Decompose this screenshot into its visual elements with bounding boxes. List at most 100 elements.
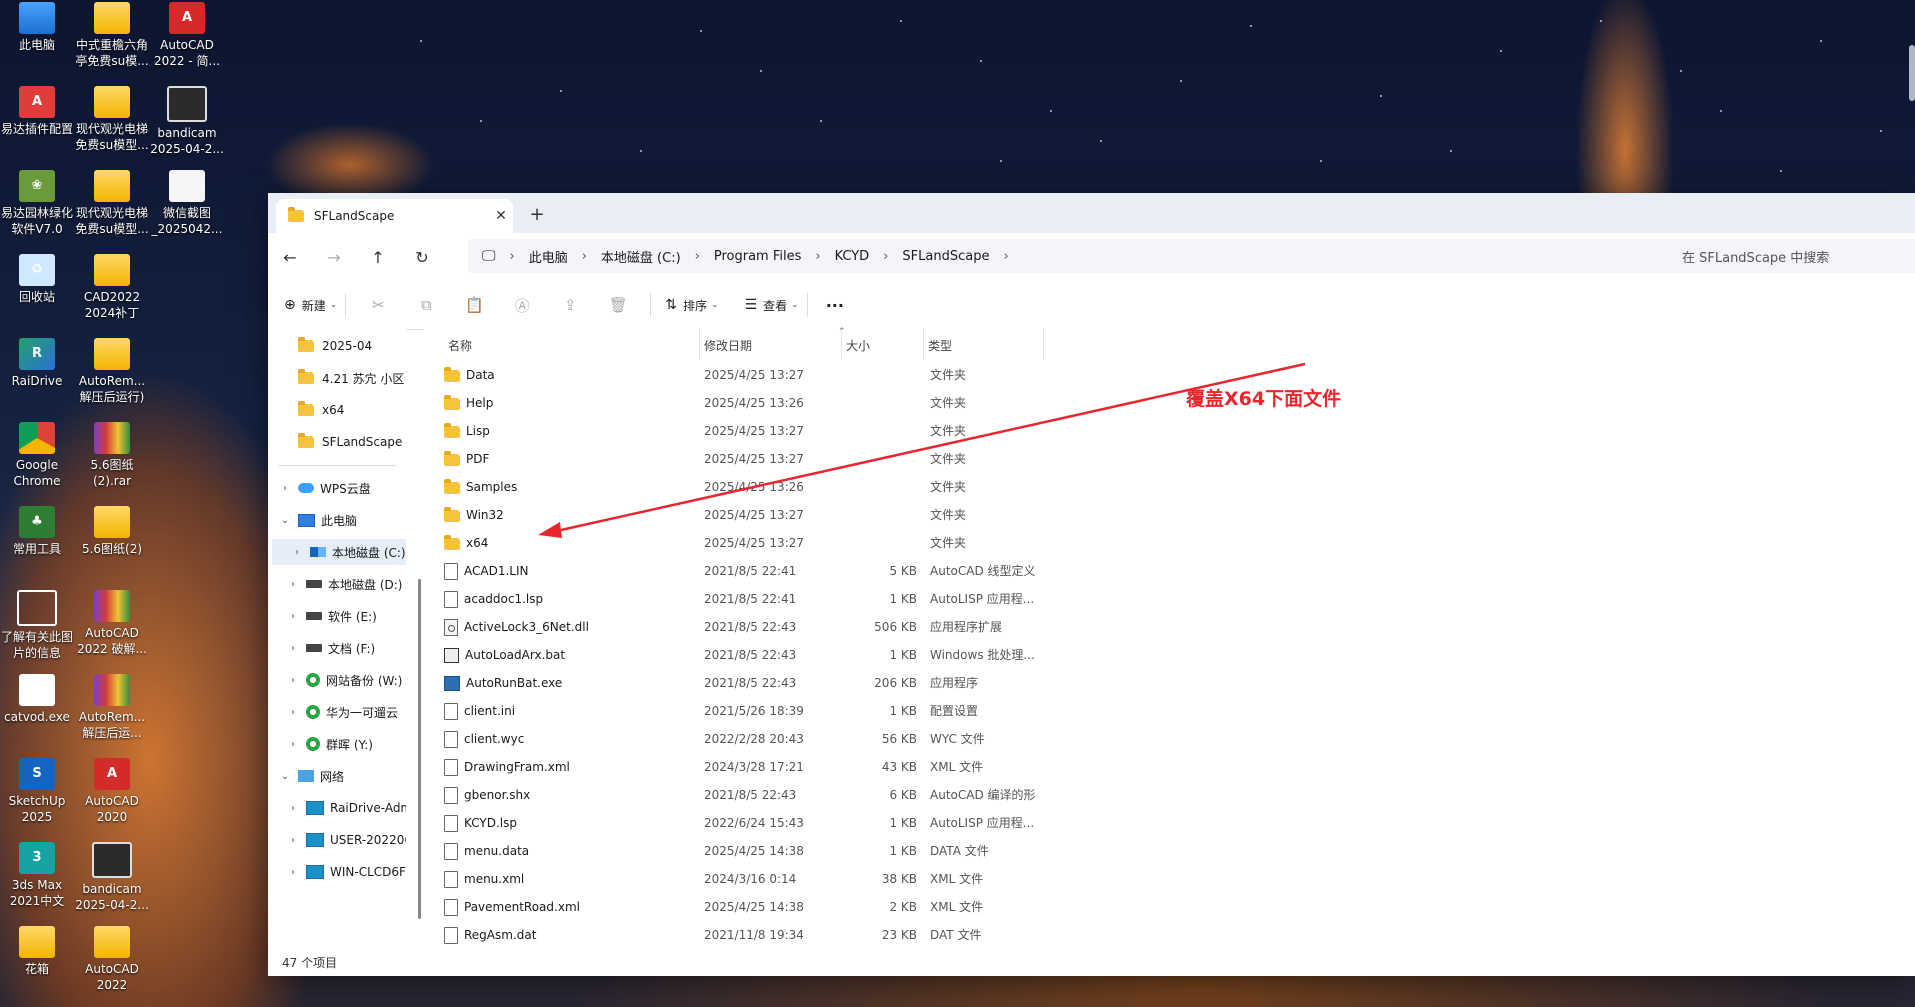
chevron-right-icon[interactable]: › — [510, 249, 515, 264]
file-row[interactable]: menu.xml 2024/3/16 0:14 38 KB XML 文件 — [424, 865, 1324, 893]
scrollbar-thumb[interactable] — [418, 579, 421, 919]
chevron-right-icon[interactable]: › — [286, 611, 300, 622]
breadcrumb-item[interactable]: Program Files — [714, 249, 802, 264]
chevron-right-icon[interactable]: › — [695, 249, 700, 264]
refresh-icon[interactable]: ↻ — [400, 248, 444, 267]
breadcrumb-item[interactable]: KCYD — [835, 249, 870, 264]
monitor-icon[interactable]: 🖵 — [482, 248, 496, 264]
file-row[interactable]: AutoRunBat.exe 2021/8/5 22:43 206 KB 应用程序 — [424, 669, 1324, 697]
nav-tree-item[interactable]: › 文档 (F:) — [268, 635, 375, 661]
nav-tree-item[interactable]: › USER-202206 — [268, 827, 406, 853]
view-button[interactable]: ☰ 查看 ⌄ — [745, 297, 799, 314]
chevron-right-icon[interactable]: › — [883, 249, 888, 264]
nav-tree-item[interactable]: › 本地磁盘 (C:) — [272, 539, 406, 565]
file-row[interactable]: ACAD1.LIN 2021/8/5 22:41 5 KB AutoCAD 线型定义 — [424, 557, 1324, 585]
desktop-icon[interactable]: R RaiDrive — [0, 338, 75, 389]
desktop-icon[interactable]: 微信截图_2025042... — [149, 170, 225, 237]
copy-icon[interactable]: ⧉ — [402, 296, 450, 314]
column-size[interactable]: 大小 — [842, 329, 924, 359]
desktop-icon[interactable]: AutoRem... 解压后运行) — [74, 338, 150, 405]
paste-icon[interactable]: 📋 — [450, 296, 498, 314]
quick-access-item[interactable]: x64 — [298, 397, 344, 423]
desktop-icon[interactable]: ❀ 易达园林绿化软件V7.0 — [0, 170, 75, 237]
tab-sflandscape[interactable]: SFLandScape ✕ — [276, 199, 513, 233]
file-row[interactable]: DrawingFram.xml 2024/3/28 17:21 43 KB XML 文… — [424, 753, 1324, 781]
desktop-icon[interactable]: A 易达插件配置 — [0, 86, 75, 137]
desktop-icon[interactable]: AutoCAD 2022 — [74, 926, 150, 993]
column-type[interactable]: 类型 — [924, 329, 1044, 359]
desktop-icon[interactable]: 中式重檐六角亭免费su模... — [74, 2, 150, 69]
file-row[interactable]: RegAsm.dat 2021/11/8 19:34 23 KB DAT 文件 — [424, 921, 1324, 949]
more-options-button[interactable]: ··· — [826, 296, 844, 315]
cut-icon[interactable]: ✂ — [354, 296, 402, 314]
chevron-right-icon[interactable]: › — [286, 643, 300, 654]
desktop-icon[interactable]: 5.6图纸(2) — [74, 506, 150, 557]
quick-access-item[interactable]: 4.21 苏宂 小区 — [298, 365, 404, 391]
nav-tree-item[interactable]: › WPS云盘 — [268, 475, 371, 501]
chevron-right-icon[interactable]: › — [286, 675, 300, 686]
back-arrow-icon[interactable]: ← — [268, 248, 312, 267]
chevron-right-icon[interactable]: › — [286, 803, 300, 814]
desktop-icon[interactable]: 了解有关此图片的信息 — [0, 590, 75, 661]
nav-tree-item[interactable]: ⌄ 此电脑 — [268, 507, 357, 533]
file-row[interactable]: menu.data 2025/4/25 14:38 1 KB DATA 文件 — [424, 837, 1324, 865]
desktop-icon[interactable]: bandicam 2025-04-2... — [74, 842, 150, 913]
desktop-icon[interactable]: bandicam 2025-04-2... — [149, 86, 225, 157]
column-name[interactable]: 名称 — [444, 329, 700, 359]
file-row[interactable]: gbenor.shx 2021/8/5 22:43 6 KB AutoCAD 编译的形 — [424, 781, 1324, 809]
forward-arrow-icon[interactable]: → — [312, 248, 356, 267]
desktop-icon[interactable]: 花箱 — [0, 926, 75, 977]
desktop-icon[interactable]: S SketchUp 2025 — [0, 758, 75, 825]
file-row[interactable]: Lisp 2025/4/25 13:27 文件夹 — [424, 417, 1324, 445]
chevron-right-icon[interactable]: › — [1003, 249, 1008, 264]
rename-icon[interactable]: Ⓐ — [498, 295, 546, 316]
file-row[interactable]: x64 2025/4/25 13:27 文件夹 — [424, 529, 1324, 557]
up-arrow-icon[interactable]: ↑ — [356, 248, 400, 267]
new-button[interactable]: ⊕ 新建 ⌄ — [284, 297, 337, 314]
breadcrumb-item[interactable]: 本地磁盘 (C:) — [601, 247, 681, 266]
chevron-right-icon[interactable]: › — [815, 249, 820, 264]
desktop-icon[interactable]: A AutoCAD 2022 - 简... — [149, 2, 225, 69]
file-row[interactable]: client.ini 2021/5/26 18:39 1 KB 配置设置 — [424, 697, 1324, 725]
chevron-right-icon[interactable]: › — [286, 835, 300, 846]
desktop-icon[interactable]: 3 3ds Max 2021中文 — [0, 842, 75, 909]
nav-tree-item[interactable]: › 华为一可遛云 — [268, 699, 398, 725]
search-input[interactable]: 在 SFLandScape 中搜索 — [1668, 239, 1915, 273]
chevron-right-icon[interactable]: › — [286, 579, 300, 590]
file-row[interactable]: Samples 2025/4/25 13:26 文件夹 — [424, 473, 1324, 501]
desktop-icon[interactable]: A AutoCAD 2020 — [74, 758, 150, 825]
navigation-pane-scrollbar[interactable] — [416, 329, 422, 951]
file-row[interactable]: Win32 2025/4/25 13:27 文件夹 — [424, 501, 1324, 529]
desktop-icon[interactable]: 此电脑 — [0, 2, 75, 53]
chevron-down-icon[interactable]: ⌄ — [278, 515, 292, 526]
share-icon[interactable]: ⇪ — [546, 296, 594, 314]
chevron-down-icon[interactable]: ⌄ — [278, 771, 292, 782]
nav-tree-item[interactable]: › 群晖 (Y:) — [268, 731, 373, 757]
file-row[interactable]: PDF 2025/4/25 13:27 文件夹 — [424, 445, 1324, 473]
nav-tree-item[interactable]: › RaiDrive-Adm — [268, 795, 406, 821]
file-row[interactable]: ActiveLock3_6Net.dll 2021/8/5 22:43 506 KB… — [424, 613, 1324, 641]
desktop-icon[interactable]: ♻ 回收站 — [0, 254, 75, 305]
chevron-right-icon[interactable]: › — [286, 867, 300, 878]
file-row[interactable]: acaddoc1.lsp 2021/8/5 22:41 1 KB AutoLISP 应… — [424, 585, 1324, 613]
desktop-edge-scrollbar[interactable] — [1909, 45, 1915, 101]
desktop-icon[interactable]: 现代观光电梯免费su模型... — [74, 170, 150, 237]
desktop-icon[interactable]: 现代观光电梯免费su模型... — [74, 86, 150, 153]
desktop-icon[interactable]: AutoRem... 解压后运... — [74, 674, 150, 741]
nav-tree-item[interactable]: › 软件 (E:) — [268, 603, 377, 629]
new-tab-button[interactable]: + — [525, 203, 549, 227]
sort-button[interactable]: ⇅ 排序 ⌄ — [665, 297, 718, 314]
desktop-icon[interactable]: ⬈ catvod.exe — [0, 674, 75, 725]
breadcrumb-item[interactable]: SFLandScape — [902, 249, 989, 264]
nav-tree-item[interactable]: › 本地磁盘 (D:) — [268, 571, 402, 597]
chevron-right-icon[interactable]: › — [290, 547, 304, 558]
file-row[interactable]: PavementRoad.xml 2025/4/25 14:38 2 KB XML 文… — [424, 893, 1324, 921]
close-tab-icon[interactable]: ✕ — [489, 208, 513, 224]
desktop-icon[interactable]: Google Chrome — [0, 422, 75, 489]
file-row[interactable]: KCYD.lsp 2022/6/24 15:43 1 KB AutoLISP 应用程.… — [424, 809, 1324, 837]
delete-icon[interactable]: 🗑 — [594, 296, 642, 314]
nav-tree-item[interactable]: ⌄ 网络 — [268, 763, 344, 789]
breadcrumb-item[interactable]: 此电脑 — [529, 247, 568, 266]
quick-access-item[interactable]: SFLandScape — [298, 429, 402, 455]
chevron-right-icon[interactable]: › — [286, 739, 300, 750]
